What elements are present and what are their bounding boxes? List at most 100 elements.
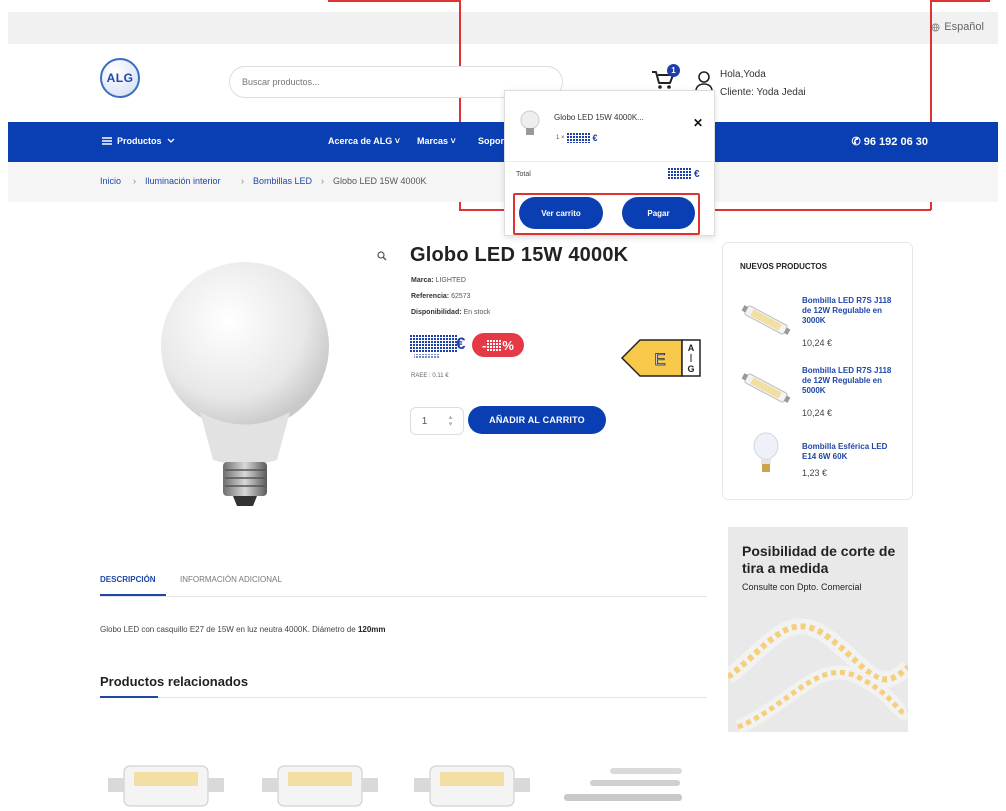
product-availability: Disponibilidad: En stock <box>411 309 490 316</box>
discount-badge: - % <box>472 333 524 357</box>
stepper-arrows-icon[interactable]: ▴ ▾ <box>449 414 453 428</box>
new-product-name[interactable]: Bombilla LED R7S J118 de 12W Regulable e… <box>802 366 902 396</box>
new-products-title: NUEVOS PRODUCTOS <box>740 262 827 271</box>
breadcrumb-item[interactable]: Iluminación interior <box>145 176 221 186</box>
avail-label: Disponibilidad: <box>411 309 462 316</box>
mini-cart-total-currency: € <box>694 168 700 180</box>
mini-cart-total-label: Total <box>516 171 531 178</box>
globe-icon <box>931 22 940 32</box>
checkout-button[interactable]: Pagar <box>622 197 695 229</box>
phone-number[interactable]: ✆ 96 192 06 30 <box>851 135 928 148</box>
energy-bottom: G <box>687 364 694 374</box>
zoom-icon[interactable] <box>377 251 387 261</box>
breadcrumb-item[interactable]: Inicio <box>100 176 121 186</box>
related-title-underline <box>100 696 158 698</box>
tab-additional-info[interactable]: INFORMACIÓN ADICIONAL <box>180 575 282 584</box>
cart-count-badge: 1 <box>667 64 680 77</box>
energy-top: A <box>688 343 695 353</box>
related-product-image[interactable] <box>560 758 685 811</box>
annotation-line <box>930 0 990 2</box>
mini-cart-price-obscured <box>566 133 591 143</box>
related-divider <box>100 697 707 698</box>
product-brand: Marca: LIGHTED <box>411 277 466 284</box>
mini-cart-total: € <box>668 168 700 180</box>
close-icon[interactable]: ✕ <box>693 116 703 130</box>
site-logo[interactable]: ALG <box>100 58 140 98</box>
mini-cart-item-qty: 1 × € <box>556 133 598 143</box>
description-bold: 120mm <box>357 625 386 634</box>
nav-products-label: Productos <box>117 136 162 146</box>
mini-cart-total-obscured <box>668 168 692 180</box>
language-label: Español <box>944 21 984 33</box>
chevron-down-icon <box>167 138 174 143</box>
promo-title: Posibilidad de corte de tira a medida <box>742 543 896 576</box>
mini-cart-item-name[interactable]: Globo LED 15W 4000K... <box>554 113 644 122</box>
description-text: Globo LED con casquillo E27 de 15W en lu… <box>100 625 358 634</box>
main-navbar: Productos Acerca de ALG ˅ Marcas ˅ Sopor… <box>8 122 998 162</box>
add-to-cart-button[interactable]: AÑADIR AL CARRITO <box>468 406 606 434</box>
mini-cart-qty-label: 1 × <box>556 135 565 141</box>
new-product-name[interactable]: Bombilla Esférica LED E14 6W 60K <box>802 442 902 462</box>
nav-about[interactable]: Acerca de ALG ˅ <box>328 136 400 146</box>
tab-description[interactable]: DESCRIPCIÓN <box>100 575 156 584</box>
phone-label: 96 192 06 30 <box>863 136 928 148</box>
quantity-value: 1 <box>421 415 428 427</box>
breadcrumb-separator: › <box>133 176 136 186</box>
user-greeting: Hola,Yoda Cliente: Yoda Jedai <box>720 66 806 102</box>
phone-icon: ✆ <box>851 136 861 148</box>
breadcrumb-current: Globo LED 15W 4000K <box>333 176 427 186</box>
new-product-image[interactable] <box>738 300 794 340</box>
annotation-line <box>700 209 931 211</box>
nav-support[interactable]: Soport <box>478 136 507 146</box>
nav-products[interactable]: Productos <box>102 136 175 146</box>
quantity-stepper[interactable]: 1 ▴ ▾ <box>410 407 464 435</box>
ref-label: Referencia: <box>411 293 450 300</box>
price-currency: € <box>456 334 466 353</box>
nav-about-label: Acerca de ALG <box>328 136 393 146</box>
mini-cart-divider <box>505 161 714 162</box>
brand-label: Marca: <box>411 277 434 284</box>
menu-icon <box>102 137 112 145</box>
breadcrumb: Inicio › Iluminación interior › Bombilla… <box>8 162 998 202</box>
product-description: Globo LED con casquillo E27 de 15W en lu… <box>100 625 386 634</box>
top-bar: Español <box>8 12 998 44</box>
related-product-image[interactable] <box>410 758 535 811</box>
new-product-price: 10,24 € <box>802 338 833 348</box>
avail-value: En stock <box>463 309 491 316</box>
related-products-title: Productos relacionados <box>100 674 249 689</box>
language-selector[interactable]: Español <box>931 21 984 33</box>
discount-percent: % <box>502 337 514 353</box>
related-product-image[interactable] <box>104 758 229 811</box>
annotation-line <box>328 0 460 2</box>
user-icon[interactable] <box>694 70 714 92</box>
new-product-price: 1,23 € <box>802 468 828 478</box>
breadcrumb-separator: › <box>241 176 244 186</box>
energy-class: E <box>654 350 665 369</box>
promo-subtitle: Consulte con Dpto. Comercial <box>742 582 862 592</box>
product-image[interactable] <box>145 262 345 512</box>
price-obscured <box>410 335 458 359</box>
ref-value: 62573 <box>451 293 471 300</box>
mini-cart-currency: € <box>592 133 598 143</box>
greeting-text: Hola,Yoda <box>720 69 766 80</box>
brand-value: LIGHTED <box>435 277 466 284</box>
new-product-name[interactable]: Bombilla LED R7S J118 de 12W Regulable e… <box>802 296 902 326</box>
tabs-divider <box>100 596 707 597</box>
mini-cart-item-image[interactable] <box>519 110 541 136</box>
discount-obscured <box>487 339 502 351</box>
discount-sign: - <box>482 337 487 353</box>
nav-brands[interactable]: Marcas ˅ <box>417 136 456 146</box>
new-product-image[interactable] <box>738 368 794 408</box>
related-product-image[interactable] <box>258 758 383 811</box>
product-title: Globo LED 15W 4000K <box>410 244 629 266</box>
active-tab-indicator <box>100 594 166 596</box>
new-product-price: 10,24 € <box>802 408 833 418</box>
raee-fee: RAEE : 0.11 € <box>411 373 449 379</box>
view-cart-button[interactable]: Ver carrito <box>519 197 603 229</box>
client-name: Cliente: Yoda Jedai <box>720 87 806 98</box>
product-reference: Referencia: 62573 <box>411 293 471 300</box>
breadcrumb-separator: › <box>321 176 324 186</box>
energy-label: E A G <box>620 339 701 377</box>
breadcrumb-item[interactable]: Bombillas LED <box>253 176 312 186</box>
new-product-image[interactable] <box>738 432 794 476</box>
